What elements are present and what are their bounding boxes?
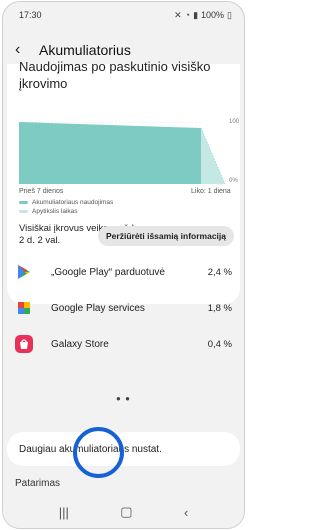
view-details-button[interactable]: Peržiūrėti išsamią informaciją <box>98 226 234 246</box>
recent-apps-icon[interactable]: ||| <box>59 505 69 520</box>
back-arrow-icon[interactable]: ‹ <box>15 41 33 59</box>
app-usage-list: „Google Play“ parduotuvė 2,4 % Google Pl… <box>3 256 244 353</box>
app-row[interactable]: Galaxy Store 0,4 % <box>3 328 244 360</box>
estimate-swatch <box>19 209 28 213</box>
app-percent: 0,4 % <box>207 338 232 350</box>
google-play-store-icon <box>15 263 33 281</box>
app-name: Google Play services <box>51 302 145 314</box>
home-icon[interactable]: ▢ <box>120 504 132 520</box>
y-axis-bottom: 0% <box>229 178 238 184</box>
usage-swatch <box>19 200 28 204</box>
app-percent: 2,4 % <box>207 266 232 278</box>
battery-percent: 100% <box>201 10 225 20</box>
highlight-circle <box>73 427 124 478</box>
signal-icon: ▮ <box>193 9 199 20</box>
silent-icon: ✕ <box>174 9 182 20</box>
page-title: Akumuliatorius <box>39 42 131 58</box>
wifi-icon: ◔ <box>184 10 191 20</box>
app-percent: 1,8 % <box>207 302 232 314</box>
app-row[interactable]: Google Play services 1,8 % <box>3 292 244 324</box>
google-play-services-icon <box>15 299 33 317</box>
app-row[interactable]: „Google Play“ parduotuvė 2,4 % <box>3 256 244 288</box>
phone-screen: 17:30 ✕ ◔ ▮ 100% ▯ ‹ Akumuliatorius Naud… <box>2 1 245 529</box>
page-indicator: ● ● <box>116 394 131 403</box>
battery-icon: ▯ <box>227 9 232 20</box>
status-time: 17:30 <box>19 10 42 20</box>
usage-title: Naudojimas po paskutinio visiško įkrovim… <box>19 59 211 91</box>
tips-label: Patarimas <box>15 478 61 489</box>
y-axis-top: 100 <box>229 119 240 125</box>
x-axis-left: Prieš 7 dienos <box>19 188 64 195</box>
usage-area <box>19 122 201 184</box>
status-bar: 17:30 ✕ ◔ ▮ 100% ▯ <box>3 2 244 28</box>
galaxy-store-icon <box>15 335 33 353</box>
navigation-bar: ||| ▢ ‹ <box>3 496 244 528</box>
chart-legend: Akumuliatoriaus naudojimas Apytikslis la… <box>19 198 113 216</box>
app-name: „Google Play“ parduotuvė <box>51 266 165 278</box>
back-nav-icon[interactable]: ‹ <box>184 505 188 520</box>
battery-usage-chart <box>19 122 226 184</box>
x-axis-right: Liko: 1 diena <box>191 188 231 195</box>
app-name: Galaxy Store <box>51 338 109 350</box>
